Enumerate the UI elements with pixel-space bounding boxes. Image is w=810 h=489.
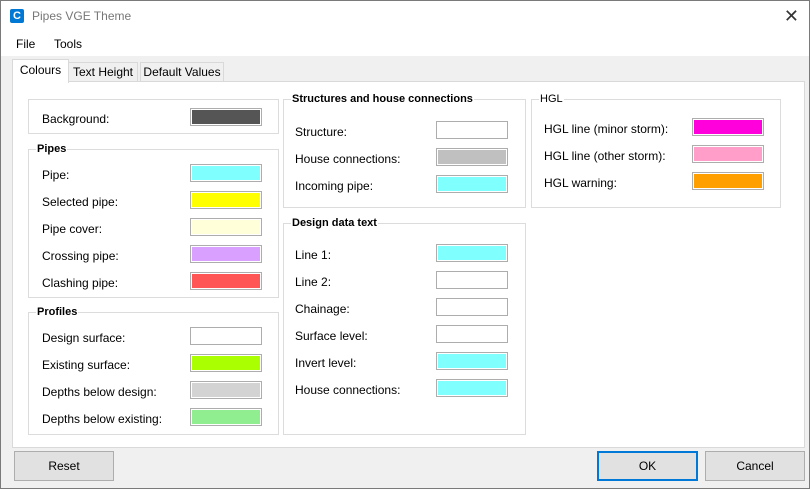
structures-color-swatch[interactable] (436, 121, 508, 139)
design-text-row-label: Surface level: (295, 329, 368, 343)
pipes-group-title: Pipes (36, 142, 68, 156)
design-text-color-swatch[interactable] (436, 244, 508, 262)
tab-default-values[interactable]: Default Values (140, 62, 224, 82)
cancel-button[interactable]: Cancel (705, 451, 805, 481)
structures-color-swatch[interactable] (436, 148, 508, 166)
design-text-row-label: Line 2: (295, 275, 332, 289)
design-text-color-swatch[interactable] (436, 352, 508, 370)
pipes-row-label: Pipe: (42, 168, 70, 182)
design-text-color-swatch[interactable] (436, 379, 508, 397)
profiles-color-swatch[interactable] (190, 354, 262, 372)
design-text-color-swatch[interactable] (436, 298, 508, 316)
pipes-group: Pipes Pipe: Selected pipe: Pipe cover: Cros… (28, 142, 279, 298)
hgl-color-swatch[interactable] (692, 145, 764, 163)
background-color-swatch[interactable] (190, 108, 262, 126)
pipes-row-label: Selected pipe: (42, 195, 119, 209)
design-data-text-group-title: Design data text (291, 216, 378, 230)
pipes-color-swatch[interactable] (190, 218, 262, 236)
hgl-group-title: HGL (539, 92, 564, 106)
hgl-row-label: HGL warning: (544, 176, 617, 190)
profiles-color-swatch[interactable] (190, 408, 262, 426)
colours-panel: Background: Pipes Pipe: Selected pipe: Pip… (12, 81, 805, 448)
background-label: Background: (42, 112, 110, 126)
hgl-row-label: HGL line (minor storm): (544, 122, 669, 136)
profiles-color-swatch[interactable] (190, 381, 262, 399)
structures-group-title: Structures and house connections (291, 92, 474, 106)
structures-group: Structures and house connections Structu… (283, 92, 526, 208)
menu-file[interactable]: File (16, 37, 35, 51)
structures-row-label: House connections: (295, 152, 401, 166)
background-group: Background: (28, 99, 279, 134)
hgl-row-label: HGL line (other storm): (544, 149, 666, 163)
profiles-color-swatch[interactable] (190, 327, 262, 345)
app-icon: C (10, 9, 24, 23)
profiles-group: Profiles Design surface: Existing surface… (28, 305, 279, 435)
design-text-color-swatch[interactable] (436, 325, 508, 343)
window-title: Pipes VGE Theme (32, 9, 132, 23)
title-bar: C Pipes VGE Theme ✕ (1, 1, 809, 32)
pipes-color-swatch[interactable] (190, 164, 262, 182)
pipes-row-label: Clashing pipe: (42, 276, 119, 290)
menu-bar: File Tools (1, 32, 809, 56)
tab-colours[interactable]: Colours (12, 59, 69, 83)
hgl-group: HGL HGL line (minor storm): HGL line (oth… (531, 92, 781, 208)
profiles-row-label: Existing surface: (42, 358, 131, 372)
structures-color-swatch[interactable] (436, 175, 508, 193)
design-text-row-label: Invert level: (295, 356, 357, 370)
design-text-row-label: Line 1: (295, 248, 332, 262)
structures-row-label: Incoming pipe: (295, 179, 374, 193)
design-text-color-swatch[interactable] (436, 271, 508, 289)
profiles-row-label: Depths below existing: (42, 412, 163, 426)
design-text-row-label: Chainage: (295, 302, 350, 316)
hgl-color-swatch[interactable] (692, 172, 764, 190)
pipes-color-swatch[interactable] (190, 245, 262, 263)
menu-tools[interactable]: Tools (54, 37, 82, 51)
reset-button[interactable]: Reset (14, 451, 114, 481)
design-data-text-group: Design data text Line 1: Line 2: Chainage:… (283, 216, 526, 435)
close-icon[interactable]: ✕ (784, 5, 799, 27)
profiles-group-title: Profiles (36, 305, 79, 319)
structures-row-label: Structure: (295, 125, 348, 139)
dialog-window: C Pipes VGE Theme ✕ File Tools Colours T… (0, 0, 810, 489)
profiles-row-label: Design surface: (42, 331, 126, 345)
profiles-row-label: Depths below design: (42, 385, 157, 399)
hgl-color-swatch[interactable] (692, 118, 764, 136)
tab-text-height[interactable]: Text Height (68, 62, 138, 82)
ok-button[interactable]: OK (597, 451, 698, 481)
pipes-color-swatch[interactable] (190, 191, 262, 209)
pipes-row-label: Pipe cover: (42, 222, 103, 236)
design-text-row-label: House connections: (295, 383, 401, 397)
pipes-color-swatch[interactable] (190, 272, 262, 290)
pipes-row-label: Crossing pipe: (42, 249, 119, 263)
